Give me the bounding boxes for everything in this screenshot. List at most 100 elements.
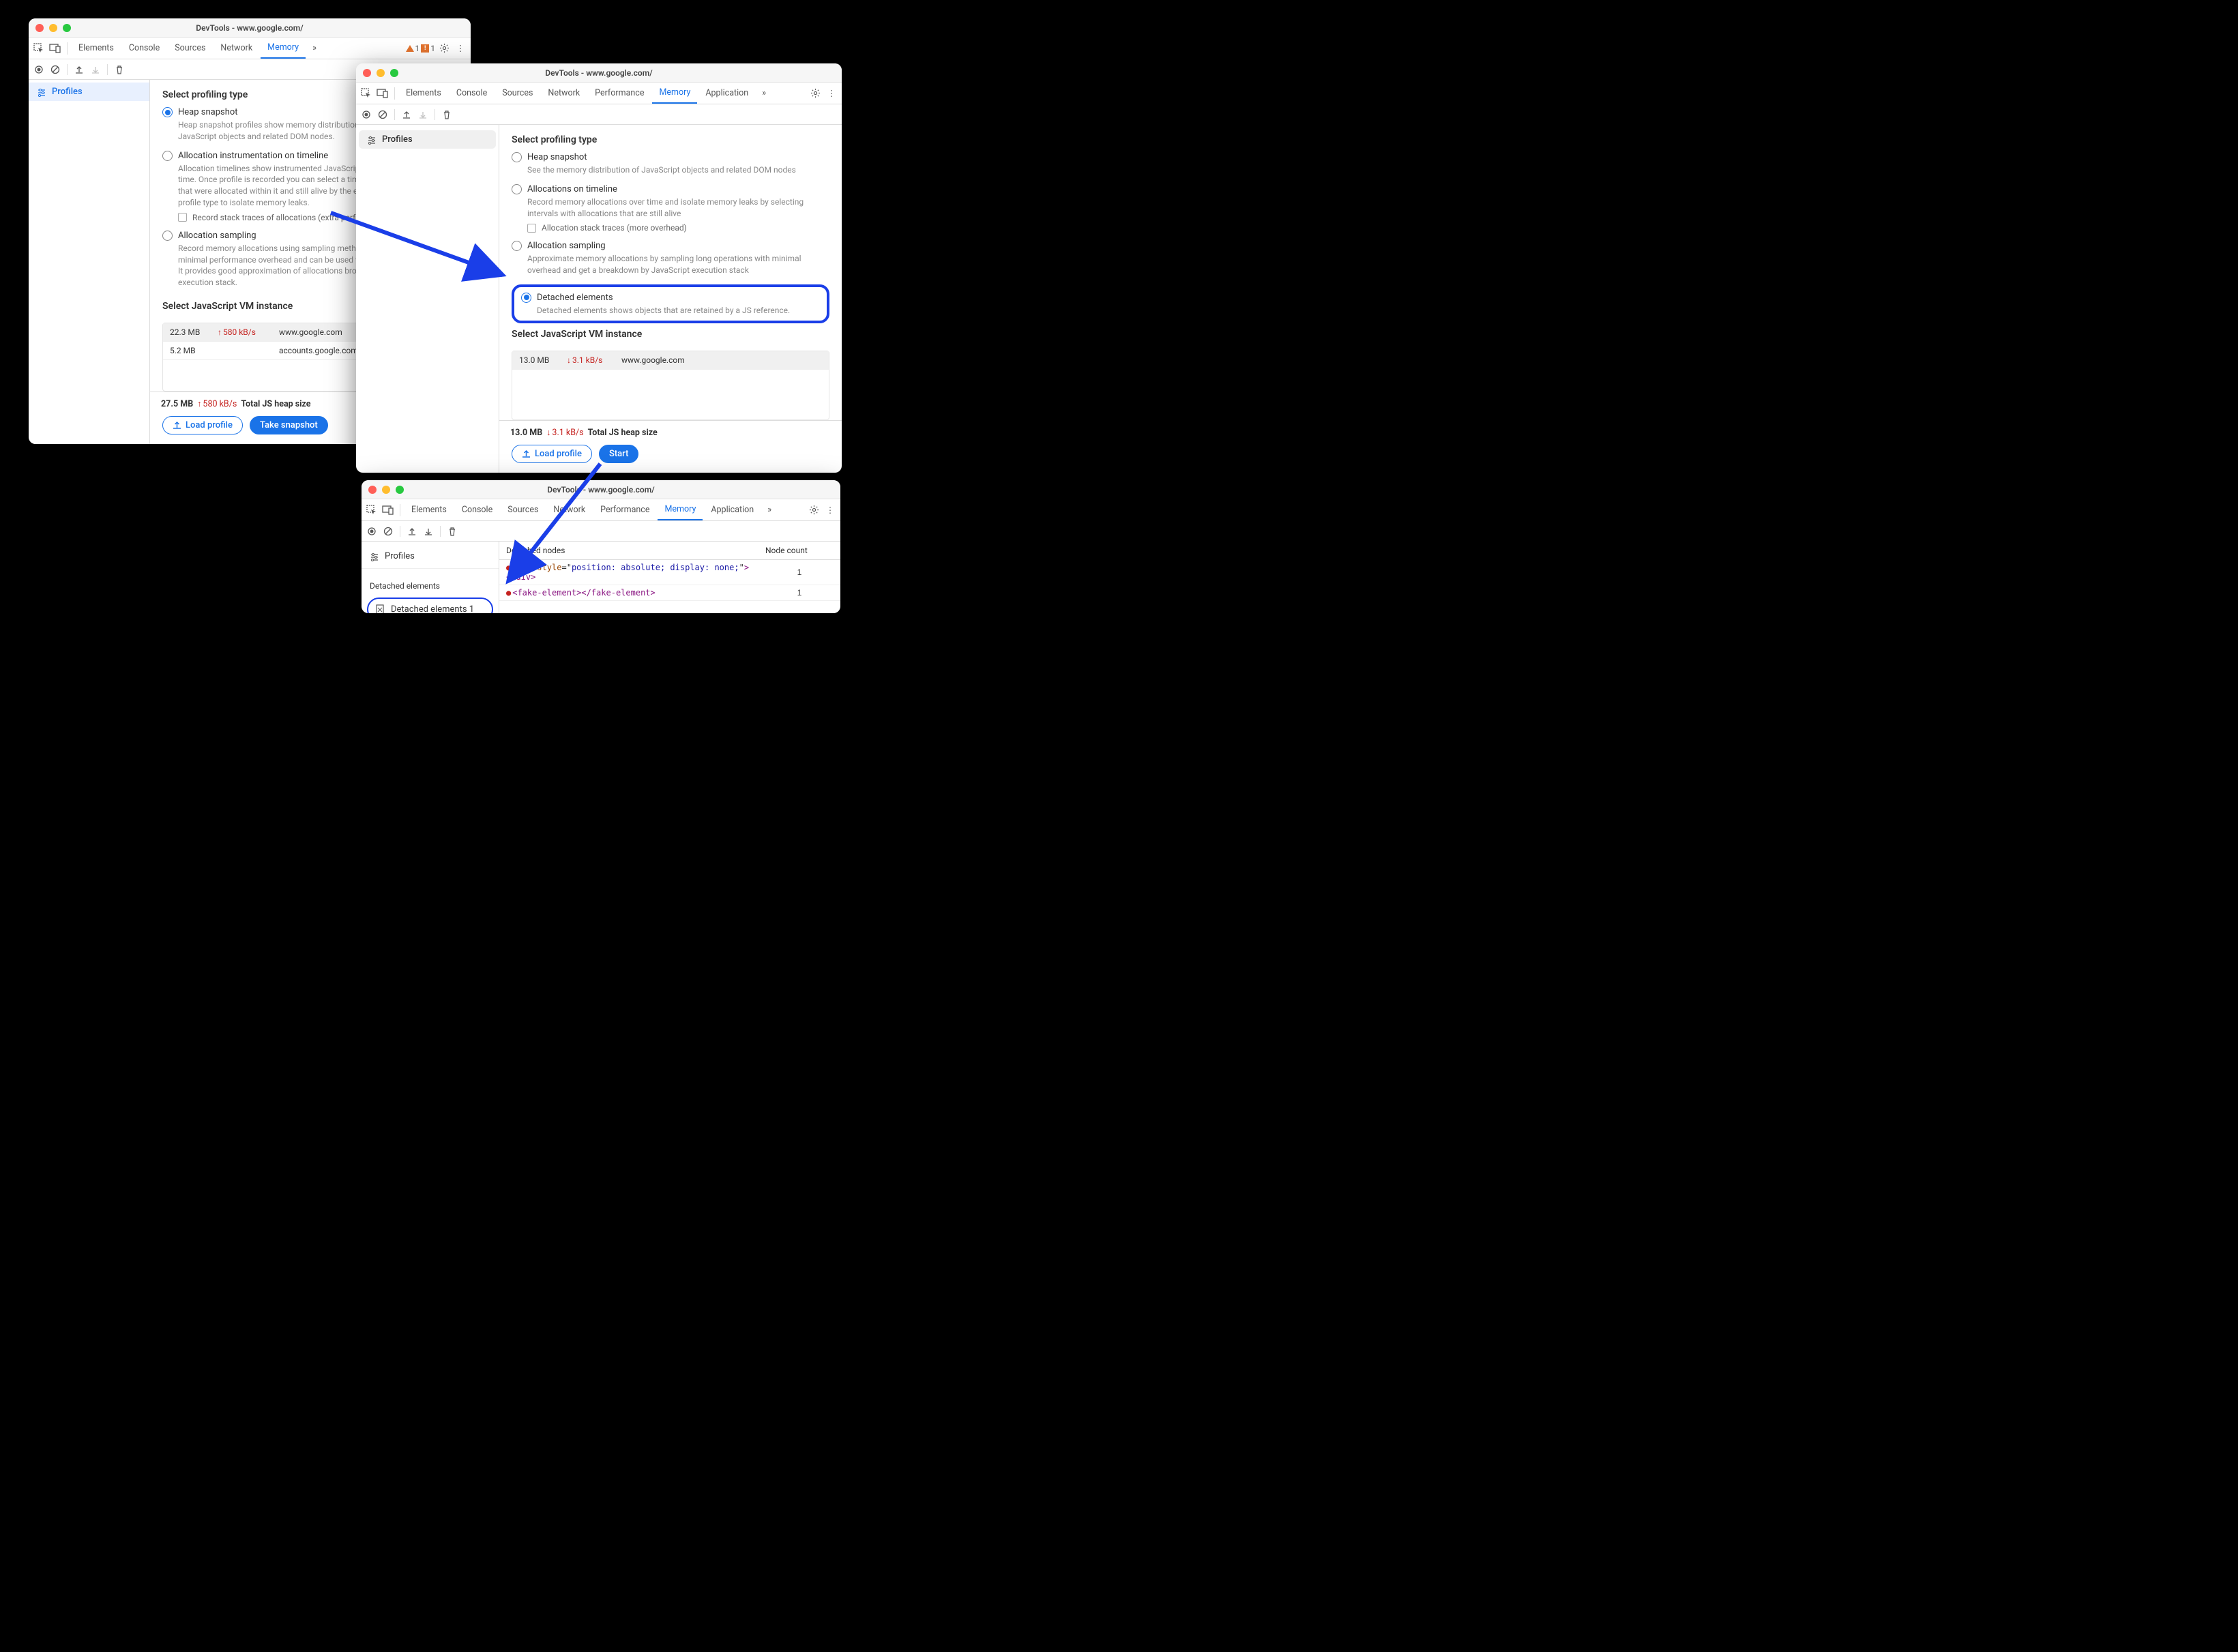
- sidebar-item-label: Profiles: [52, 87, 83, 97]
- issues-error-badge[interactable]: !1: [421, 44, 435, 53]
- option-label: Allocation sampling: [527, 241, 606, 251]
- sidebar-item-profiles[interactable]: Profiles: [359, 130, 496, 149]
- issues-warning-badge[interactable]: 1: [406, 44, 420, 53]
- kebab-icon[interactable]: ⋮: [823, 503, 838, 518]
- record-icon[interactable]: [367, 527, 377, 536]
- trash-icon[interactable]: [115, 65, 124, 74]
- download-icon[interactable]: [424, 527, 433, 536]
- vm-row[interactable]: 13.0 MB ↓3.1 kB/s www.google.com: [512, 351, 829, 370]
- stack-trace-checkbox[interactable]: Allocation stack traces (more overhead): [527, 223, 829, 233]
- tab-application[interactable]: Application: [704, 499, 761, 520]
- maximize-icon[interactable]: [390, 69, 398, 77]
- minimize-icon[interactable]: [377, 69, 385, 77]
- radio-icon: [162, 107, 173, 117]
- table-row[interactable]: ●<div style="position: absolute; display…: [499, 560, 840, 585]
- more-tabs-icon[interactable]: »: [307, 41, 322, 56]
- window-title: DevTools - www.google.com/: [368, 485, 834, 495]
- device-icon[interactable]: [381, 503, 396, 518]
- sidebar-snapshot-item[interactable]: Detached elements 1: [367, 598, 493, 613]
- tab-elements[interactable]: Elements: [399, 83, 448, 104]
- sliders-icon: [370, 552, 379, 561]
- tab-console[interactable]: Console: [450, 83, 494, 104]
- upload-icon[interactable]: [407, 527, 417, 536]
- option-label: Allocation instrumentation on timeline: [178, 151, 328, 161]
- panel-tabbar: Elements Console Sources Network Perform…: [356, 83, 842, 104]
- profiles-sidebar: Profiles: [356, 125, 499, 473]
- tab-network[interactable]: Network: [214, 38, 259, 59]
- more-tabs-icon[interactable]: »: [762, 503, 777, 518]
- minimize-icon[interactable]: [49, 24, 57, 32]
- trash-icon[interactable]: [442, 110, 452, 119]
- gear-icon[interactable]: [806, 503, 821, 518]
- tab-performance[interactable]: Performance: [593, 499, 656, 520]
- tab-elements[interactable]: Elements: [72, 38, 121, 59]
- detached-nodes-table: Detached nodes Node count ●<div style="p…: [499, 542, 840, 613]
- maximize-icon[interactable]: [63, 24, 71, 32]
- tab-sources[interactable]: Sources: [501, 499, 545, 520]
- radio-icon: [521, 293, 531, 303]
- tab-sources[interactable]: Sources: [168, 38, 212, 59]
- gear-icon[interactable]: [437, 41, 452, 56]
- take-snapshot-button[interactable]: Take snapshot: [250, 416, 328, 434]
- option-desc: Approximate memory allocations by sampli…: [527, 253, 829, 276]
- load-profile-button[interactable]: Load profile: [162, 416, 243, 434]
- tab-console[interactable]: Console: [122, 38, 166, 59]
- snapshot-label: Detached elements 1: [391, 604, 474, 613]
- radio-icon: [512, 241, 522, 251]
- option-heap-snapshot[interactable]: Heap snapshot See the memory distributio…: [512, 152, 829, 176]
- upload-icon[interactable]: [74, 65, 84, 74]
- clear-icon[interactable]: [383, 527, 393, 536]
- radio-icon: [162, 231, 173, 241]
- vm-size: 5.2 MB: [170, 346, 218, 355]
- clear-icon[interactable]: [50, 65, 60, 74]
- table-row[interactable]: ●<fake-element></fake-element> 1: [499, 585, 840, 601]
- memory-toolbar: [362, 521, 840, 542]
- close-icon[interactable]: [35, 24, 44, 32]
- trash-icon[interactable]: [447, 527, 457, 536]
- total-heap-rate: 580 kB/s: [203, 399, 237, 409]
- inspect-icon[interactable]: [364, 503, 379, 518]
- radio-icon: [512, 152, 522, 162]
- close-icon[interactable]: [363, 69, 371, 77]
- tab-performance[interactable]: Performance: [588, 83, 651, 104]
- clear-icon[interactable]: [378, 110, 387, 119]
- device-icon[interactable]: [375, 86, 390, 101]
- sidebar-item-profiles[interactable]: Profiles: [29, 83, 149, 101]
- record-icon[interactable]: [34, 65, 44, 74]
- vm-instance-table: 13.0 MB ↓3.1 kB/s www.google.com: [512, 351, 829, 420]
- node-count: 1: [765, 567, 834, 577]
- device-icon[interactable]: [48, 41, 63, 56]
- tab-network[interactable]: Network: [541, 83, 587, 104]
- start-button[interactable]: Start: [599, 445, 638, 463]
- checkbox-icon: [527, 224, 536, 233]
- profiles-sidebar: Profiles Detached elements Detached elem…: [362, 542, 499, 613]
- tab-memory[interactable]: Memory: [658, 499, 703, 520]
- load-profile-button[interactable]: Load profile: [512, 445, 592, 463]
- maximize-icon[interactable]: [396, 486, 404, 494]
- download-icon[interactable]: [418, 110, 428, 119]
- sidebar-section-detached: Detached elements: [362, 569, 499, 593]
- close-icon[interactable]: [368, 486, 377, 494]
- download-icon[interactable]: [91, 65, 100, 74]
- upload-icon[interactable]: [402, 110, 411, 119]
- option-allocation-sampling[interactable]: Allocation sampling Approximate memory a…: [512, 241, 829, 276]
- more-tabs-icon[interactable]: »: [756, 86, 771, 101]
- tab-memory[interactable]: Memory: [261, 38, 306, 59]
- inspect-icon[interactable]: [31, 41, 46, 56]
- tab-network[interactable]: Network: [546, 499, 592, 520]
- kebab-icon[interactable]: ⋮: [824, 86, 839, 101]
- tab-sources[interactable]: Sources: [495, 83, 540, 104]
- memory-main: Select profiling type Heap snapshot See …: [499, 125, 842, 473]
- tab-application[interactable]: Application: [698, 83, 755, 104]
- inspect-icon[interactable]: [359, 86, 374, 101]
- option-allocation-timeline[interactable]: Allocations on timeline Record memory al…: [512, 184, 829, 233]
- tab-console[interactable]: Console: [455, 499, 499, 520]
- tab-elements[interactable]: Elements: [404, 499, 454, 520]
- minimize-icon[interactable]: [382, 486, 390, 494]
- sidebar-item-profiles[interactable]: Profiles: [362, 544, 499, 569]
- gear-icon[interactable]: [808, 86, 823, 101]
- tab-memory[interactable]: Memory: [652, 83, 697, 104]
- option-detached-elements[interactable]: Detached elements Detached elements show…: [521, 293, 820, 316]
- record-icon[interactable]: [362, 110, 371, 119]
- kebab-icon[interactable]: ⋮: [453, 41, 468, 56]
